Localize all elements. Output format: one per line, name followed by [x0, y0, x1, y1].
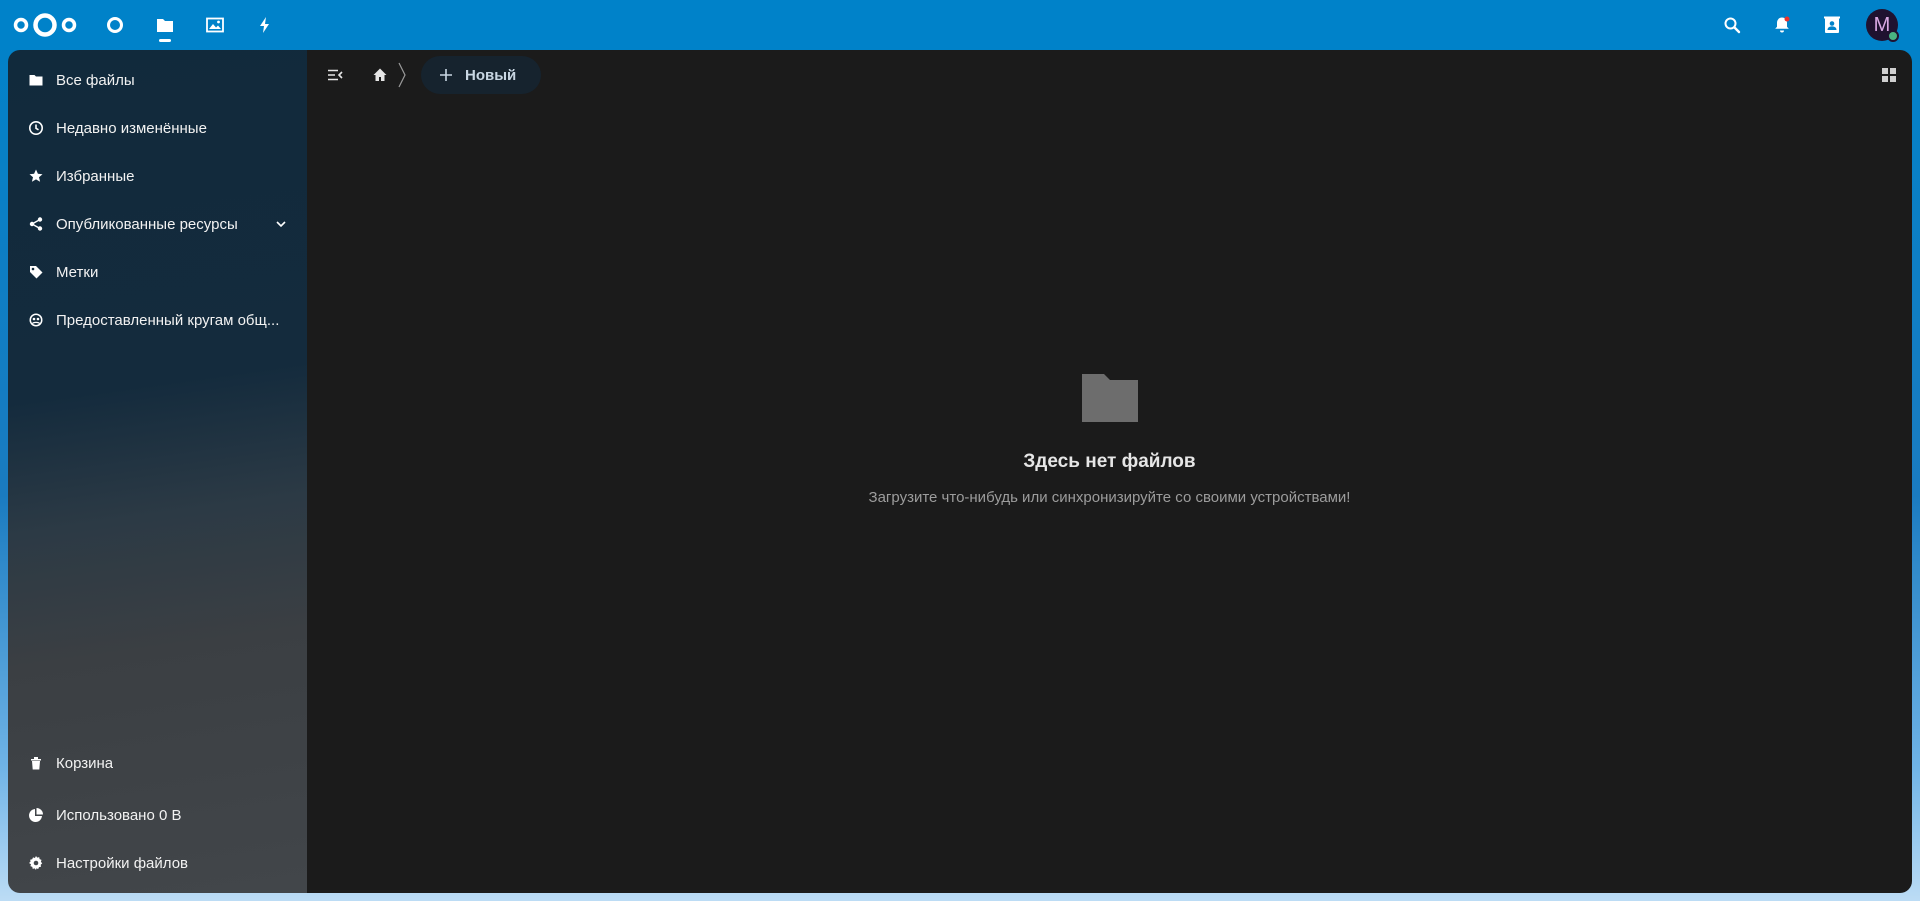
nav-favorites[interactable]: Избранные [16, 156, 299, 196]
nav-files-settings[interactable]: Настройки файлов [16, 843, 299, 883]
nav-label: Все файлы [56, 71, 135, 89]
share-icon [16, 204, 56, 244]
clock-icon [16, 108, 56, 148]
active-app-indicator [159, 39, 171, 42]
nav-tags[interactable]: Метки [16, 252, 299, 292]
new-button[interactable]: Новый [421, 56, 541, 94]
files-main: Новый Здесь нет файлов Загрузите что-ниб… [307, 50, 1912, 893]
pie-chart-icon [16, 795, 56, 835]
empty-title: Здесь нет файлов [1023, 451, 1196, 472]
breadcrumb-separator-icon [398, 62, 406, 88]
empty-content: Здесь нет файлов Загрузите что-нибудь ил… [307, 372, 1912, 506]
empty-folder-icon [1081, 374, 1138, 422]
empty-description: Загрузите что-нибудь или синхронизируйте… [868, 489, 1351, 506]
gear-icon [16, 843, 56, 883]
nav-quota: Использовано 0 B [16, 795, 299, 835]
toggle-sidebar-button[interactable] [315, 56, 355, 94]
contacts-button[interactable] [1807, 0, 1857, 50]
activity-icon [260, 17, 269, 33]
top-header: M [0, 0, 1920, 50]
dashboard-icon [107, 17, 123, 33]
files-toolbar: Новый [307, 50, 1912, 102]
app-activity-button[interactable] [240, 0, 290, 50]
app-content: Все файлы Недавно изменённые Избранные О… [8, 50, 1912, 893]
app-dashboard-button[interactable] [90, 0, 140, 50]
grid-view-icon [1882, 68, 1896, 82]
trash-icon [16, 743, 56, 783]
nav-shares[interactable]: Опубликованные ресурсы [16, 204, 299, 244]
chevron-down-icon[interactable] [273, 216, 289, 232]
folder-icon [16, 60, 56, 100]
nav-label: Опубликованные ресурсы [56, 215, 238, 233]
online-status-icon [1887, 30, 1899, 42]
notifications-button[interactable] [1757, 0, 1807, 50]
nav-label: Избранные [56, 167, 135, 185]
nav-all-files[interactable]: Все файлы [16, 60, 299, 100]
nav-recent[interactable]: Недавно изменённые [16, 108, 299, 148]
nav-label: Недавно изменённые [56, 119, 207, 137]
nav-circles[interactable]: Предоставленный кругам общ... [16, 300, 299, 340]
tag-icon [16, 252, 56, 292]
menu-collapse-icon [328, 69, 343, 81]
files-navigation: Все файлы Недавно изменённые Избранные О… [8, 50, 307, 893]
files-icon [157, 19, 173, 32]
photos-icon [206, 17, 224, 33]
search-icon [1724, 17, 1741, 34]
search-button[interactable] [1707, 0, 1757, 50]
app-files-button[interactable] [140, 0, 190, 50]
nav-label: Настройки файлов [56, 854, 189, 872]
grid-view-toggle[interactable] [1870, 56, 1908, 94]
circles-icon [16, 300, 56, 340]
nextcloud-logo[interactable] [13, 12, 77, 38]
app-photos-button[interactable] [190, 0, 240, 50]
nav-label: Предоставленный кругам общ... [56, 311, 280, 329]
plus-icon [440, 69, 452, 81]
home-icon [373, 68, 387, 81]
nav-label: Корзина [56, 754, 114, 772]
contacts-icon [1824, 16, 1840, 33]
nav-label: Использовано 0 B [56, 806, 182, 824]
nav-trashbin[interactable]: Корзина [16, 743, 299, 783]
breadcrumb-home[interactable] [361, 56, 399, 94]
nav-label: Метки [56, 263, 99, 281]
star-icon [16, 156, 56, 196]
new-button-label: Новый [465, 66, 517, 84]
notifications-icon [1775, 16, 1790, 33]
